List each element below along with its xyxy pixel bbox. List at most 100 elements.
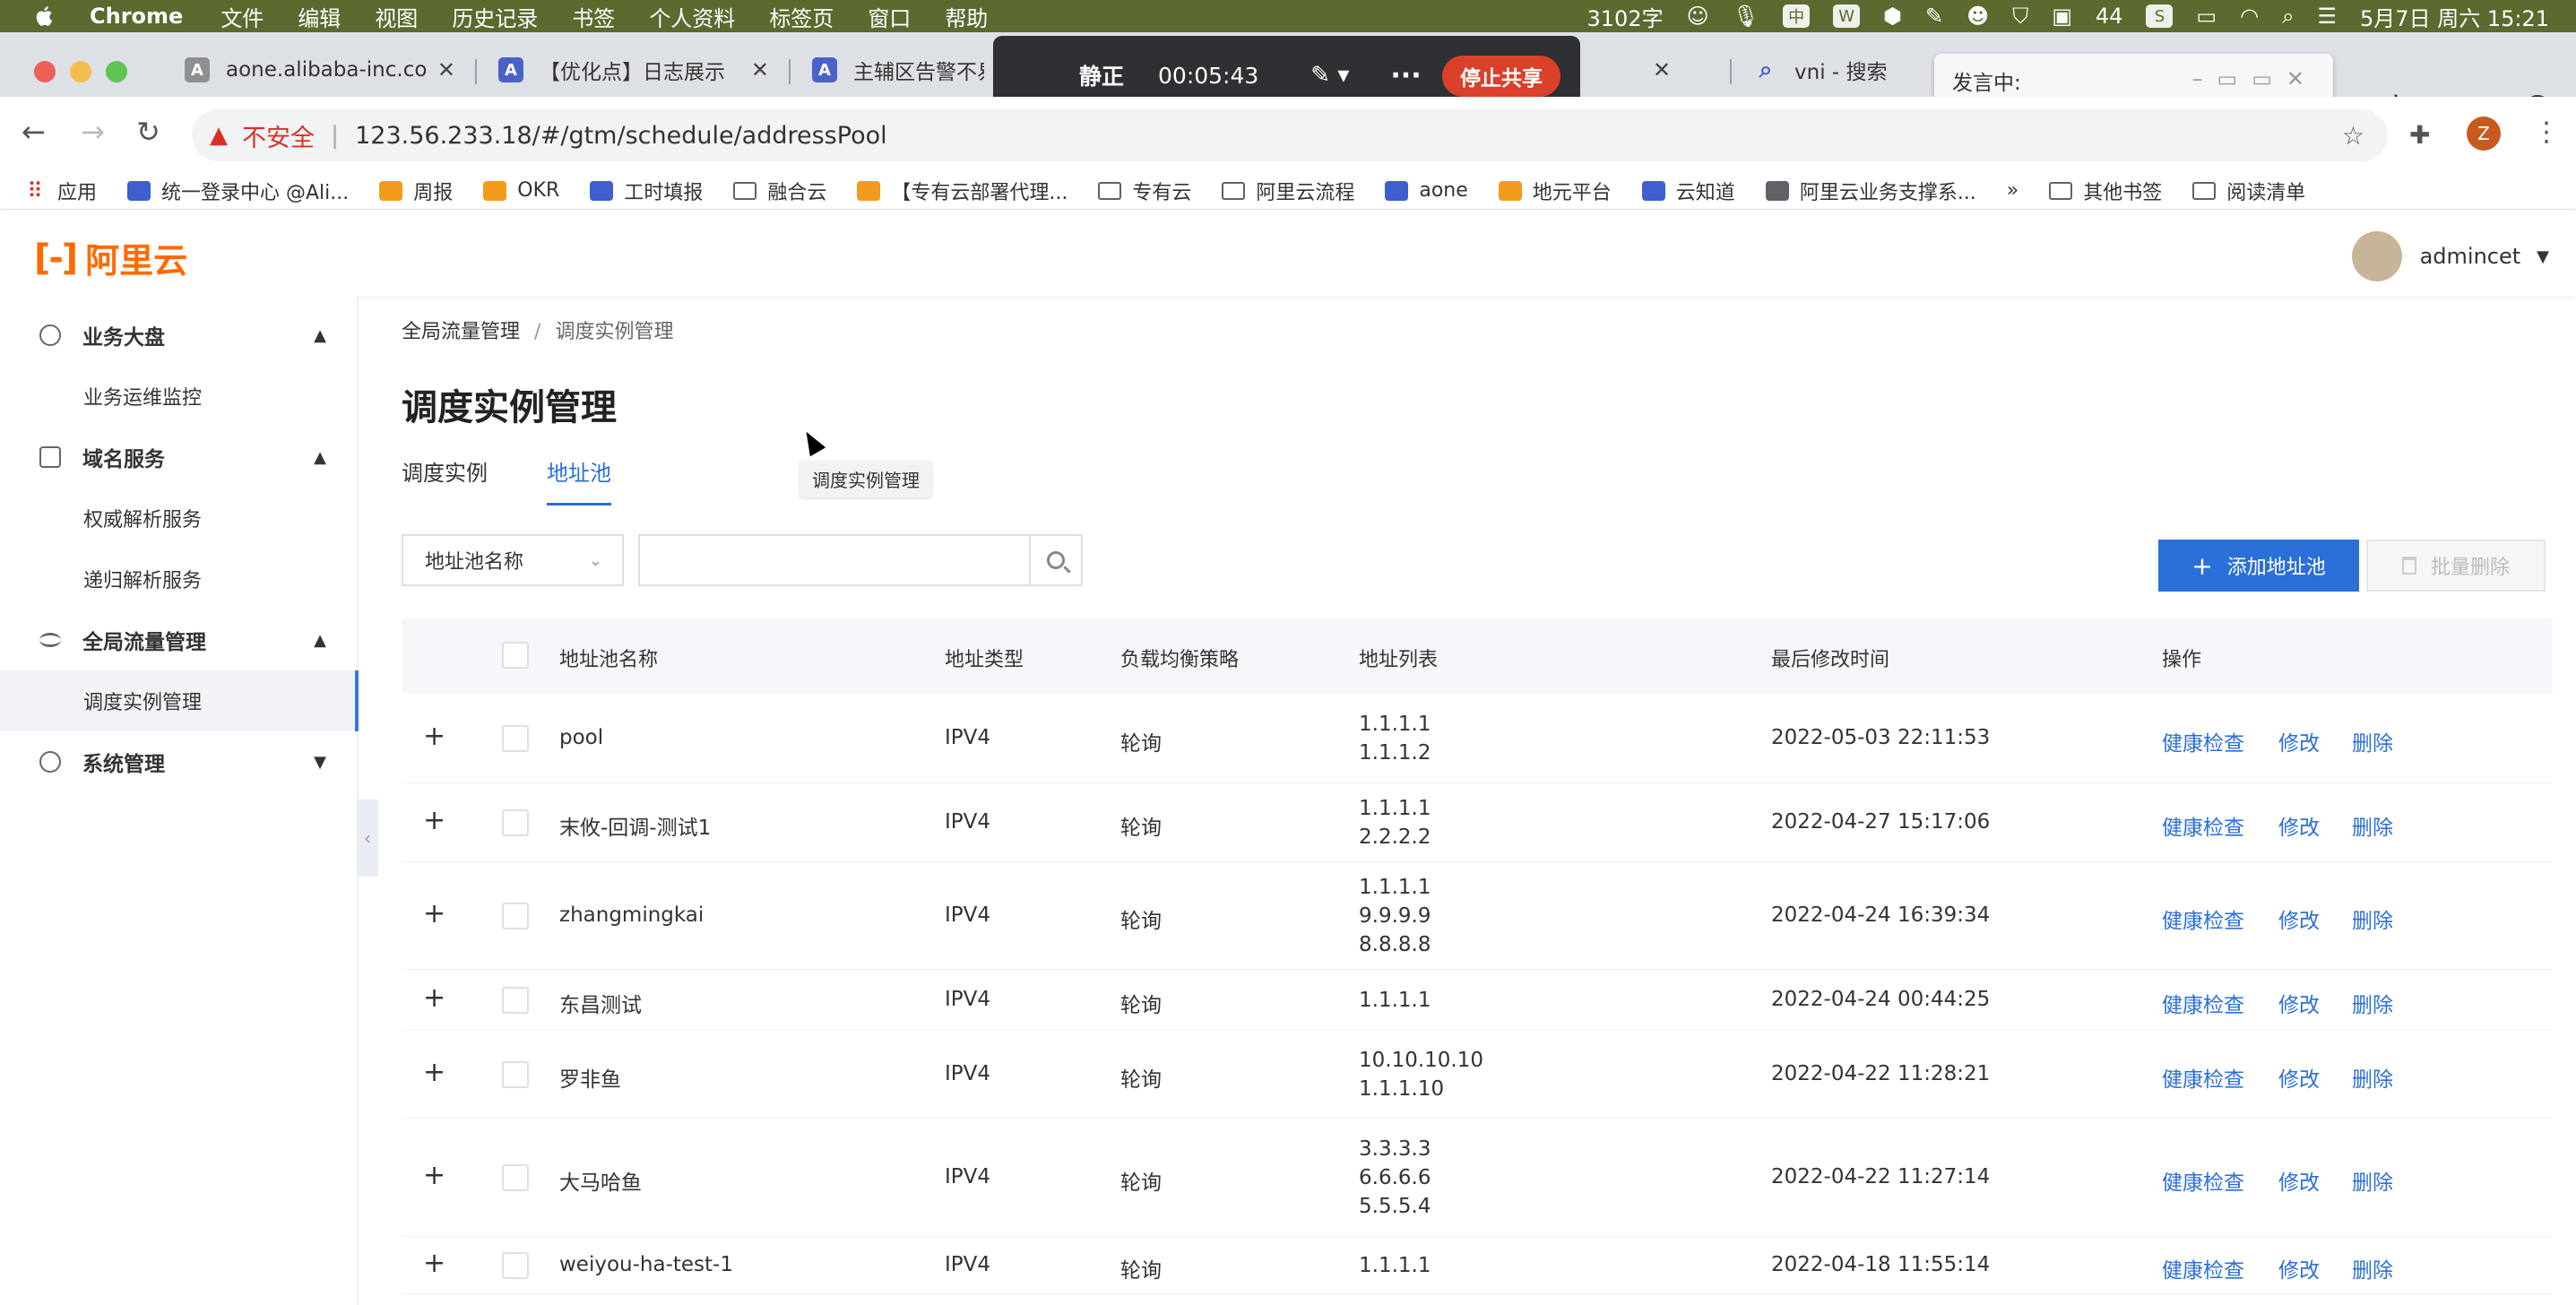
- bookmark-login[interactable]: 统一登录中心 @Ali...: [127, 177, 349, 205]
- hexagon-icon[interactable]: ⬢: [1883, 4, 1902, 29]
- bookmark-reading-list[interactable]: 阅读清单: [2192, 177, 2305, 205]
- menu-history[interactable]: 历史记录: [452, 1, 538, 32]
- menu-window[interactable]: 窗口: [868, 1, 911, 32]
- battery-badge[interactable]: 44: [2096, 4, 2123, 29]
- bookmark-weekly[interactable]: 周报: [379, 177, 453, 205]
- expand-row-icon[interactable]: +: [423, 982, 445, 1014]
- expand-row-icon[interactable]: +: [423, 1248, 445, 1279]
- tab-address-pool[interactable]: 地址池: [547, 455, 611, 506]
- sidebar-item-ops-monitor[interactable]: 业务运维监控: [0, 366, 359, 427]
- menu-tabs[interactable]: 标签页: [769, 1, 834, 32]
- col-lb-strategy[interactable]: 负载均衡策略: [1120, 644, 1239, 672]
- edit-link[interactable]: 修改: [2278, 903, 2320, 934]
- delete-link[interactable]: 删除: [2352, 903, 2393, 934]
- batch-delete-button[interactable]: 批量删除: [2366, 540, 2546, 592]
- bookmark-okr[interactable]: OKR: [483, 179, 559, 202]
- sidebar-group-system[interactable]: 系统管理 ▼: [0, 731, 359, 792]
- row-checkbox[interactable]: [502, 903, 529, 929]
- bookmark-diyuan[interactable]: 地元平台: [1498, 177, 1612, 205]
- edit-link[interactable]: 修改: [2278, 1165, 2320, 1196]
- user-menu[interactable]: admincet ▼: [2351, 231, 2549, 281]
- smiley-icon[interactable]: ☺: [1687, 4, 1709, 29]
- battery-icon[interactable]: ▭: [2196, 4, 2217, 29]
- sidebar-collapse-handle[interactable]: ‹: [357, 799, 378, 877]
- expand-row-icon[interactable]: +: [423, 805, 445, 836]
- wps-icon[interactable]: W: [1833, 4, 1861, 28]
- row-checkbox[interactable]: [502, 1164, 529, 1191]
- menu-help[interactable]: 帮助: [945, 1, 988, 32]
- bookmark-aliyun-support[interactable]: 阿里云业务支撑系...: [1765, 177, 1976, 205]
- expand-row-icon[interactable]: +: [423, 1160, 445, 1191]
- bookmark-yunzhidao[interactable]: 云知道: [1641, 177, 1735, 205]
- edit-link[interactable]: 修改: [2278, 726, 2320, 756]
- expand-row-icon[interactable]: +: [423, 898, 445, 929]
- maximize-window-button[interactable]: [106, 61, 127, 82]
- col-pool-name[interactable]: 地址池名称: [559, 644, 658, 672]
- tab-close-icon[interactable]: ✕: [437, 57, 455, 82]
- row-checkbox[interactable]: [502, 809, 529, 836]
- col-address-type[interactable]: 地址类型: [945, 644, 1024, 672]
- delete-link[interactable]: 删除: [2352, 810, 2393, 841]
- sidebar-group-gtm[interactable]: 全局流量管理 ▲: [0, 609, 359, 670]
- insecure-label[interactable]: 不安全: [242, 118, 315, 153]
- health-check-link[interactable]: 健康检查: [2162, 726, 2244, 756]
- row-checkbox[interactable]: [502, 1252, 529, 1279]
- health-check-link[interactable]: 健康检查: [2162, 903, 2244, 934]
- input-method-icon[interactable]: 中: [1783, 4, 1811, 28]
- emoji-icon[interactable]: ☻: [1967, 4, 1989, 29]
- tab-hidden-close[interactable]: ✕: [1586, 43, 1703, 97]
- bookmark-deploy-agent[interactable]: 【专有云部署代理...: [857, 177, 1068, 205]
- sidebar-group-dns[interactable]: 域名服务 ▲: [0, 427, 359, 488]
- delete-link[interactable]: 删除: [2352, 1253, 2393, 1283]
- bookmark-star-icon[interactable]: ☆: [2342, 121, 2364, 151]
- health-check-link[interactable]: 健康检查: [2162, 810, 2244, 841]
- url-omnibox[interactable]: ▲ 不安全 | 123.56.233.18/#/gtm/schedule/add…: [192, 109, 2388, 161]
- s-app-icon[interactable]: S: [2146, 4, 2174, 28]
- health-check-link[interactable]: 健康检查: [2162, 1165, 2244, 1196]
- add-address-pool-button[interactable]: + 添加地址池: [2158, 540, 2359, 592]
- menu-file[interactable]: 文件: [220, 1, 264, 32]
- apple-icon[interactable]: [32, 4, 57, 29]
- health-check-link[interactable]: 健康检查: [2162, 1253, 2244, 1283]
- minimize-window-button[interactable]: [70, 61, 91, 82]
- tab-aone[interactable]: A aone.alibaba-inc.com ✕: [172, 43, 468, 97]
- reload-icon[interactable]: ↻: [136, 115, 160, 149]
- edit-link[interactable]: 修改: [2278, 810, 2320, 841]
- bookmark-aone[interactable]: aone: [1385, 179, 1468, 202]
- microphone-icon[interactable]: 🎙: [1733, 4, 1759, 29]
- tab-close-icon[interactable]: ✕: [751, 57, 769, 82]
- sidebar-item-schedule-instance[interactable]: 调度实例管理: [0, 670, 359, 731]
- expand-row-icon[interactable]: +: [423, 1057, 445, 1088]
- col-last-modified[interactable]: 最后修改时间: [1771, 644, 1889, 672]
- control-center-icon[interactable]: ☰: [2318, 4, 2338, 29]
- edit-link[interactable]: 修改: [2278, 1253, 2320, 1283]
- bookmark-apps[interactable]: ⠿ 应用: [23, 177, 97, 205]
- row-checkbox[interactable]: [502, 725, 529, 752]
- feather-icon[interactable]: ✎: [1925, 4, 1943, 29]
- tab-log-display[interactable]: A 【优化点】日志展示 ✕: [486, 43, 782, 97]
- bookmarks-overflow[interactable]: »: [2007, 179, 2018, 202]
- tab-alarm[interactable]: A 主辅区告警不易: [800, 43, 997, 97]
- row-checkbox[interactable]: [502, 1061, 529, 1088]
- extensions-puzzle-icon[interactable]: ✚: [2409, 120, 2430, 150]
- menu-edit[interactable]: 编辑: [298, 1, 341, 32]
- row-checkbox[interactable]: [502, 987, 529, 1014]
- delete-link[interactable]: 删除: [2352, 1062, 2393, 1093]
- profile-avatar[interactable]: Z: [2467, 117, 2501, 151]
- back-arrow-icon[interactable]: ←: [22, 115, 46, 149]
- wifi-icon[interactable]: ◠: [2240, 4, 2259, 29]
- stop-sharing-button[interactable]: 停止共享: [1442, 56, 1560, 97]
- shield-icon[interactable]: ⛉: [2012, 4, 2028, 29]
- sidebar-item-authoritative-dns[interactable]: 权威解析服务: [0, 488, 359, 549]
- browser-menu-icon[interactable]: ⋮: [2533, 117, 2560, 148]
- aliyun-logo[interactable]: [-] 阿里云: [34, 233, 187, 282]
- annotate-pen-icon[interactable]: ✎ ▾: [1310, 62, 1349, 89]
- sidebar-item-recursive-dns[interactable]: 递归解析服务: [0, 549, 359, 609]
- tab-schedule-instance[interactable]: 调度实例: [402, 455, 488, 506]
- monitor-icon[interactable]: ▣: [2052, 4, 2072, 29]
- app-name[interactable]: Chrome: [90, 4, 183, 29]
- bookmark-private-cloud[interactable]: 专有云: [1098, 177, 1191, 205]
- spotlight-search-icon[interactable]: ⌕: [2282, 4, 2294, 29]
- edit-link[interactable]: 修改: [2278, 988, 2320, 1018]
- more-options-icon[interactable]: ···: [1390, 60, 1421, 91]
